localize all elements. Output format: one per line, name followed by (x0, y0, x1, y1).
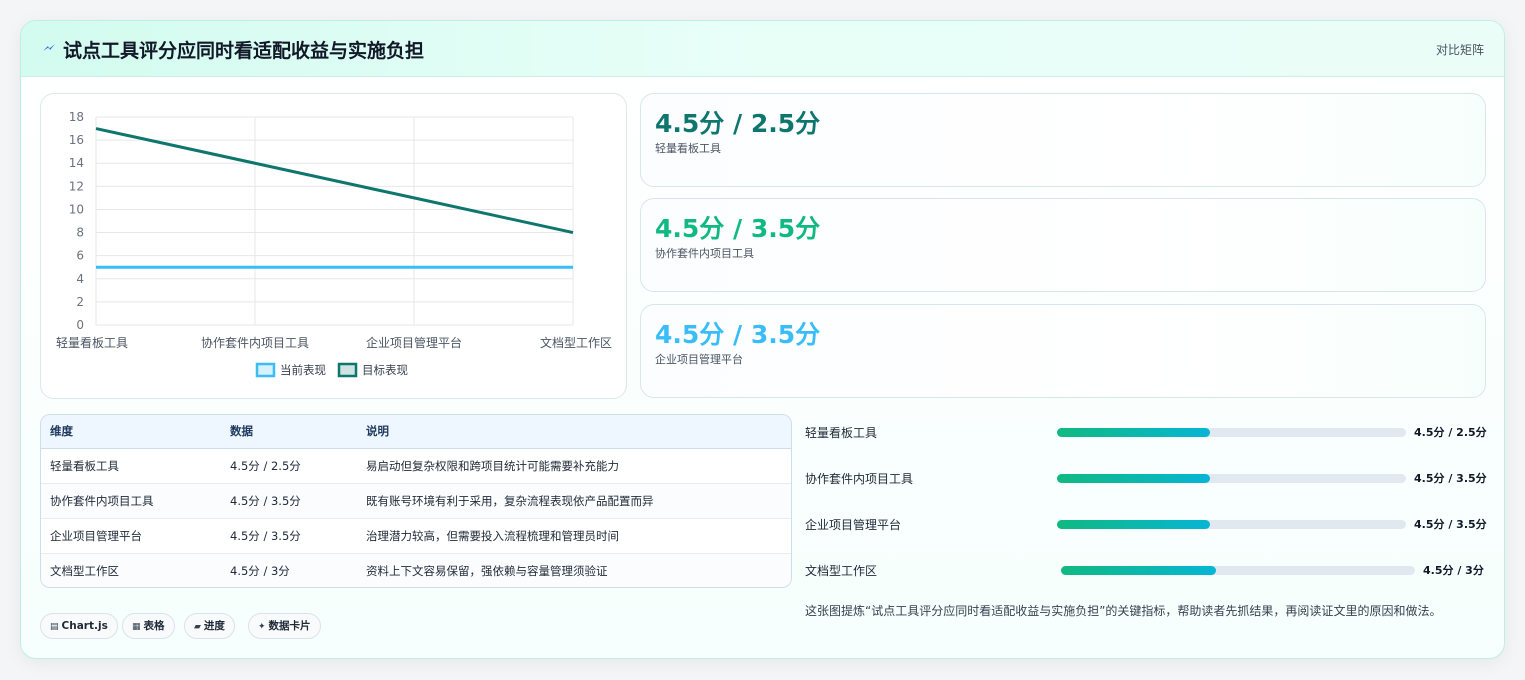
matrix-label: 对比矩阵 (1435, 43, 1484, 57)
y-tick-label: 16 (69, 133, 84, 147)
progress-row: 文档型工作区 4.5分 / 3分 (805, 560, 1487, 580)
table-cell: 资料上下文容易保留，强依赖与容量管理须验证 (366, 563, 608, 578)
y-tick-label: 0 (76, 318, 84, 332)
dashboard-card: 试点工具评分应同时看适配收益与实施负担 对比矩阵 0 2 4 6 8 10 12 14 16 18… (20, 20, 1505, 659)
legend-swatch (255, 362, 276, 378)
tag-label: 进度 (203, 620, 225, 632)
progress-value: 4.5分 / 3分 (1423, 564, 1484, 577)
table-row: 文档型工作区 4.5分 / 3分 资料上下文容易保留，强依赖与容量管理须验证 (41, 553, 791, 587)
chart-icon: ▤ (50, 622, 59, 632)
kpi-value: 4.5分 / 3.5分 (655, 320, 821, 349)
progress-row: 轻量看板工具 4.5分 / 2.5分 (805, 422, 1487, 442)
kpi-label: 协作套件内项目工具 (655, 247, 754, 260)
table-cell: 轻量看板工具 (41, 448, 221, 484)
progress-fill (1057, 474, 1210, 483)
kpi-label: 企业项目管理平台 (655, 353, 743, 366)
sparkle-icon: ✦ (258, 622, 266, 632)
kpi-value: 4.5分 / 2.5分 (655, 109, 821, 138)
table-icon: ▦ (132, 622, 141, 632)
x-tick-label: 文档型工作区 (540, 335, 612, 350)
table-cell: 协作套件内项目工具 (41, 483, 221, 519)
tag-table[interactable]: ▦ 表格 (122, 613, 175, 639)
kpi-card-2: 4.5分 / 3.5分 协作套件内项目工具 (640, 198, 1486, 292)
y-tick-label: 12 (69, 179, 84, 193)
table-cell: 4.5分 / 2.5分 (221, 448, 357, 484)
y-tick-label: 4 (76, 272, 84, 286)
table-cell: 文档型工作区 (50, 563, 119, 578)
y-tick-label: 10 (69, 202, 84, 216)
line-chart: 0 2 4 6 8 10 12 14 16 18 轻量看板工具 协作套件内项目工具 企业项目管理平台 文档… (56, 110, 612, 378)
kpi-label: 轻量看板工具 (655, 142, 721, 155)
table-row: 协作套件内项目工具 4.5分 / 3.5分 既有账号环境有利于采用，复杂流程表现… (41, 483, 791, 519)
progress-value: 4.5分 / 2.5分 (1414, 426, 1487, 439)
table-cell: 治理潜力较高，但需要投入流程梳理和管理员时间 (357, 518, 791, 554)
progress-label: 文档型工作区 (805, 564, 878, 578)
x-tick-label: 轻量看板工具 (56, 336, 128, 350)
lightning-icon (43, 44, 55, 51)
kpi-value: 4.5分 / 3.5分 (655, 214, 821, 243)
column-header: 维度 (41, 415, 221, 449)
progress-fill (1057, 428, 1210, 437)
card-header: 试点工具评分应同时看适配收益与实施负担 对比矩阵 (21, 21, 1504, 77)
table-cell: 企业项目管理平台 (41, 518, 221, 554)
tag-label: 数据卡片 (268, 620, 311, 632)
table-row: 轻量看板工具 4.5分 / 2.5分 易启动但复杂权限和跨项目统计可能需要补充能… (41, 448, 791, 484)
progress-fill (1061, 566, 1216, 575)
y-tick-label: 6 (76, 249, 84, 263)
progress-track (1061, 566, 1415, 575)
progress-track (1057, 428, 1406, 437)
page-title: 试点工具评分应同时看适配收益与实施负担 (63, 40, 425, 62)
progress-row: 企业项目管理平台 4.5分 / 3.5分 (805, 514, 1487, 534)
progress-value: 4.5分 / 3.5分 (1414, 472, 1487, 485)
column-header: 说明 (357, 415, 791, 449)
y-tick-label: 18 (69, 110, 84, 124)
y-tick-label: 8 (76, 226, 84, 240)
progress-label: 轻量看板工具 (805, 426, 878, 440)
tag-progress[interactable]: ▰ 进度 (184, 613, 235, 639)
progress-value: 4.5分 / 3.5分 (1414, 518, 1487, 531)
table-cell: 4.5分 / 3分 (230, 563, 290, 578)
table-row: 企业项目管理平台 4.5分 / 3.5分 治理潜力较高，但需要投入流程梳理和管理… (41, 518, 791, 554)
progress-icon: ▰ (194, 622, 201, 632)
kpi-card-3: 4.5分 / 3.5分 企业项目管理平台 (640, 304, 1486, 398)
kpi-card-1: 4.5分 / 2.5分 轻量看板工具 (640, 93, 1486, 187)
progress-track (1057, 474, 1406, 483)
y-tick-label: 2 (76, 295, 84, 309)
y-tick-label: 14 (69, 156, 84, 170)
progress-track (1057, 520, 1406, 529)
tag-data-card[interactable]: ✦ 数据卡片 (248, 613, 321, 639)
progress-label: 协作套件内项目工具 (805, 472, 914, 486)
table-cell: 既有账号环境有利于采用，复杂流程表现依产品配置而异 (357, 483, 791, 519)
progress-fill (1057, 520, 1210, 529)
legend-swatch (337, 362, 358, 378)
line-chart-panel: 0 2 4 6 8 10 12 14 16 18 轻量看板工具 协作套件内项目工具 企业项目管理平台 文档… (40, 93, 627, 399)
table-cell: 4.5分 / 3.5分 (221, 518, 357, 554)
column-header: 数据 (221, 415, 357, 449)
x-tick-label: 企业项目管理平台 (366, 335, 462, 350)
summary-text: 这张图提炼“试点工具评分应同时看适配收益与实施负担”的关键指标，帮助读者先抓结果… (805, 604, 1442, 618)
legend-label: 当前表现 (280, 363, 326, 377)
data-table: 维度 数据 说明 轻量看板工具 4.5分 / 2.5分 易启动但复杂权限和跨项目… (40, 414, 792, 588)
progress-label: 企业项目管理平台 (805, 518, 902, 532)
series-line-2 (95, 127, 574, 235)
progress-row: 协作套件内项目工具 4.5分 / 3.5分 (805, 468, 1487, 488)
tag-label: Chart.js (61, 620, 108, 632)
x-tick-label: 协作套件内项目工具 (201, 335, 309, 350)
table-header-row: 维度 数据 说明 (41, 415, 791, 449)
tag-chartjs[interactable]: ▤ Chart.js (40, 613, 118, 639)
table-cell: 易启动但复杂权限和跨项目统计可能需要补充能力 (357, 448, 791, 484)
table-cell: 4.5分 / 3.5分 (221, 483, 357, 519)
legend-label: 目标表现 (362, 363, 408, 377)
tag-label: 表格 (143, 620, 165, 632)
